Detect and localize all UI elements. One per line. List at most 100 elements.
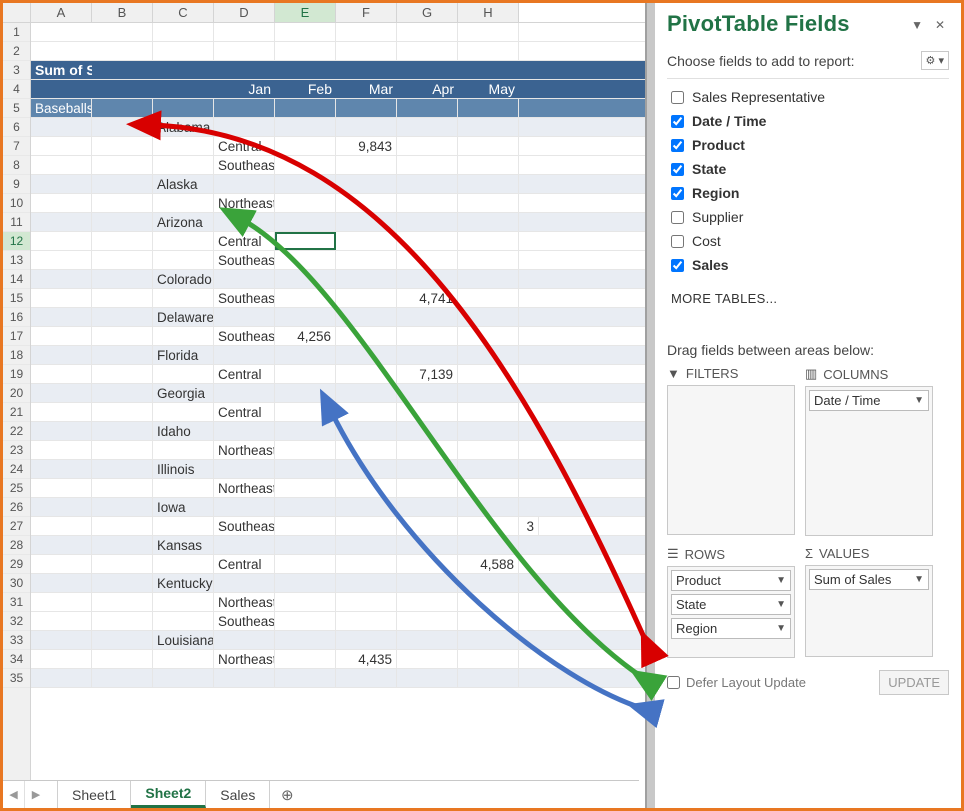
sheet-tab-sales[interactable]: Sales [206,781,270,808]
more-tables-link[interactable]: MORE TABLES... [671,291,949,306]
grid-row[interactable]: Southeast [31,156,645,175]
field-checkbox[interactable] [671,259,684,272]
field-state[interactable]: State [667,157,949,181]
pane-resize-handle[interactable] [645,3,655,808]
column-header-F[interactable]: F [336,3,397,22]
row-header-9[interactable]: 9 [3,175,30,194]
row-header-20[interactable]: 20 [3,384,30,403]
column-header-D[interactable]: D [214,3,275,22]
field-sales[interactable]: Sales [667,253,949,277]
field-checkbox[interactable] [671,211,684,224]
pane-menu-icon[interactable]: ▼ [907,18,927,32]
row-header-5[interactable]: 5 [3,99,30,118]
row-header-22[interactable]: 22 [3,422,30,441]
field-checkbox[interactable] [671,139,684,152]
row-header-13[interactable]: 13 [3,251,30,270]
row-header-21[interactable]: 21 [3,403,30,422]
tab-nav-prev[interactable]: ◀ [3,781,25,808]
row-header-32[interactable]: 32 [3,612,30,631]
row-header-15[interactable]: 15 [3,289,30,308]
values-chip-sum-of-sales[interactable]: Sum of Sales▼ [809,569,929,590]
row-header-2[interactable]: 2 [3,42,30,61]
grid-row[interactable]: Kansas [31,536,645,555]
grid-row[interactable]: Sum of Sales [31,61,645,80]
grid-row[interactable]: Delaware [31,308,645,327]
tab-nav-next[interactable]: ▶ [25,781,47,808]
row-header-8[interactable]: 8 [3,156,30,175]
row-header-28[interactable]: 28 [3,536,30,555]
chip-dropdown-icon[interactable]: ▼ [776,575,786,586]
row-header-24[interactable]: 24 [3,460,30,479]
grid-row[interactable]: Northeast4,435 [31,650,645,669]
grid-cells[interactable]: Sum of SalesJanFebMarAprMayBaseballsAlab… [31,23,645,808]
sheet-tab-sheet2[interactable]: Sheet2 [131,781,206,808]
row-header-18[interactable]: 18 [3,346,30,365]
grid-row[interactable]: Southeast [31,612,645,631]
rows-chip-product[interactable]: Product▼ [671,570,791,591]
grid-row[interactable]: Arizona [31,213,645,232]
values-dropzone[interactable]: Sum of Sales▼ [805,565,933,657]
grid-row[interactable]: Southeast4,256 [31,327,645,346]
grid-row[interactable]: Kentucky [31,574,645,593]
columns-chip-date-time[interactable]: Date / Time▼ [809,390,929,411]
row-header-35[interactable]: 35 [3,669,30,688]
chip-dropdown-icon[interactable]: ▼ [914,574,924,585]
grid-row[interactable]: Baseballs [31,99,645,118]
chip-dropdown-icon[interactable]: ▼ [914,395,924,406]
field-product[interactable]: Product [667,133,949,157]
row-header-6[interactable]: 6 [3,118,30,137]
grid-row[interactable]: Southeast4,741 [31,289,645,308]
grid-row[interactable]: Idaho [31,422,645,441]
row-header-34[interactable]: 34 [3,650,30,669]
row-header-26[interactable]: 26 [3,498,30,517]
row-header-1[interactable]: 1 [3,23,30,42]
columns-dropzone[interactable]: Date / Time▼ [805,386,933,536]
field-cost[interactable]: Cost [667,229,949,253]
row-header-7[interactable]: 7 [3,137,30,156]
field-checkbox[interactable] [671,115,684,128]
grid-row[interactable]: Iowa [31,498,645,517]
field-checkbox[interactable] [671,187,684,200]
column-header-E[interactable]: E [275,3,336,22]
chip-dropdown-icon[interactable]: ▼ [776,623,786,634]
sheet-tab-sheet1[interactable]: Sheet1 [57,781,131,808]
grid-row[interactable]: JanFebMarAprMay [31,80,645,99]
grid-row[interactable]: Northeast [31,593,645,612]
grid-row[interactable]: Alaska [31,175,645,194]
field-region[interactable]: Region [667,181,949,205]
field-checkbox[interactable] [671,163,684,176]
update-button[interactable]: UPDATE [879,670,949,695]
grid-row[interactable]: Central9,843 [31,137,645,156]
new-sheet-button[interactable]: ⊕ [270,781,304,808]
grid-row[interactable] [31,669,645,688]
row-header-17[interactable]: 17 [3,327,30,346]
row-header-12[interactable]: 12 [3,232,30,251]
grid-row[interactable]: Northeast [31,194,645,213]
column-header-B[interactable]: B [92,3,153,22]
grid-row[interactable] [31,42,645,61]
rows-chip-region[interactable]: Region▼ [671,618,791,639]
column-header-C[interactable]: C [153,3,214,22]
row-header-3[interactable]: 3 [3,61,30,80]
grid-row[interactable]: Central [31,403,645,422]
row-header-30[interactable]: 30 [3,574,30,593]
column-header-H[interactable]: H [458,3,519,22]
filters-dropzone[interactable] [667,385,795,535]
row-header-33[interactable]: 33 [3,631,30,650]
grid-row[interactable]: Alabama [31,118,645,137]
chip-dropdown-icon[interactable]: ▼ [776,599,786,610]
rows-dropzone[interactable]: Product▼ State▼ Region▼ [667,566,795,658]
row-header-25[interactable]: 25 [3,479,30,498]
grid-row[interactable]: Colorado [31,270,645,289]
rows-chip-state[interactable]: State▼ [671,594,791,615]
grid-row[interactable]: Northeast [31,441,645,460]
field-date-time[interactable]: Date / Time [667,109,949,133]
grid-row[interactable]: Southeast [31,251,645,270]
grid-row[interactable]: Southeast3 [31,517,645,536]
select-all-corner[interactable] [3,3,31,22]
field-list-options-button[interactable]: ⚙ ▾ [921,51,949,70]
row-header-11[interactable]: 11 [3,213,30,232]
row-header-16[interactable]: 16 [3,308,30,327]
defer-layout-checkbox[interactable]: Defer Layout Update [667,675,806,690]
column-header-A[interactable]: A [31,3,92,22]
